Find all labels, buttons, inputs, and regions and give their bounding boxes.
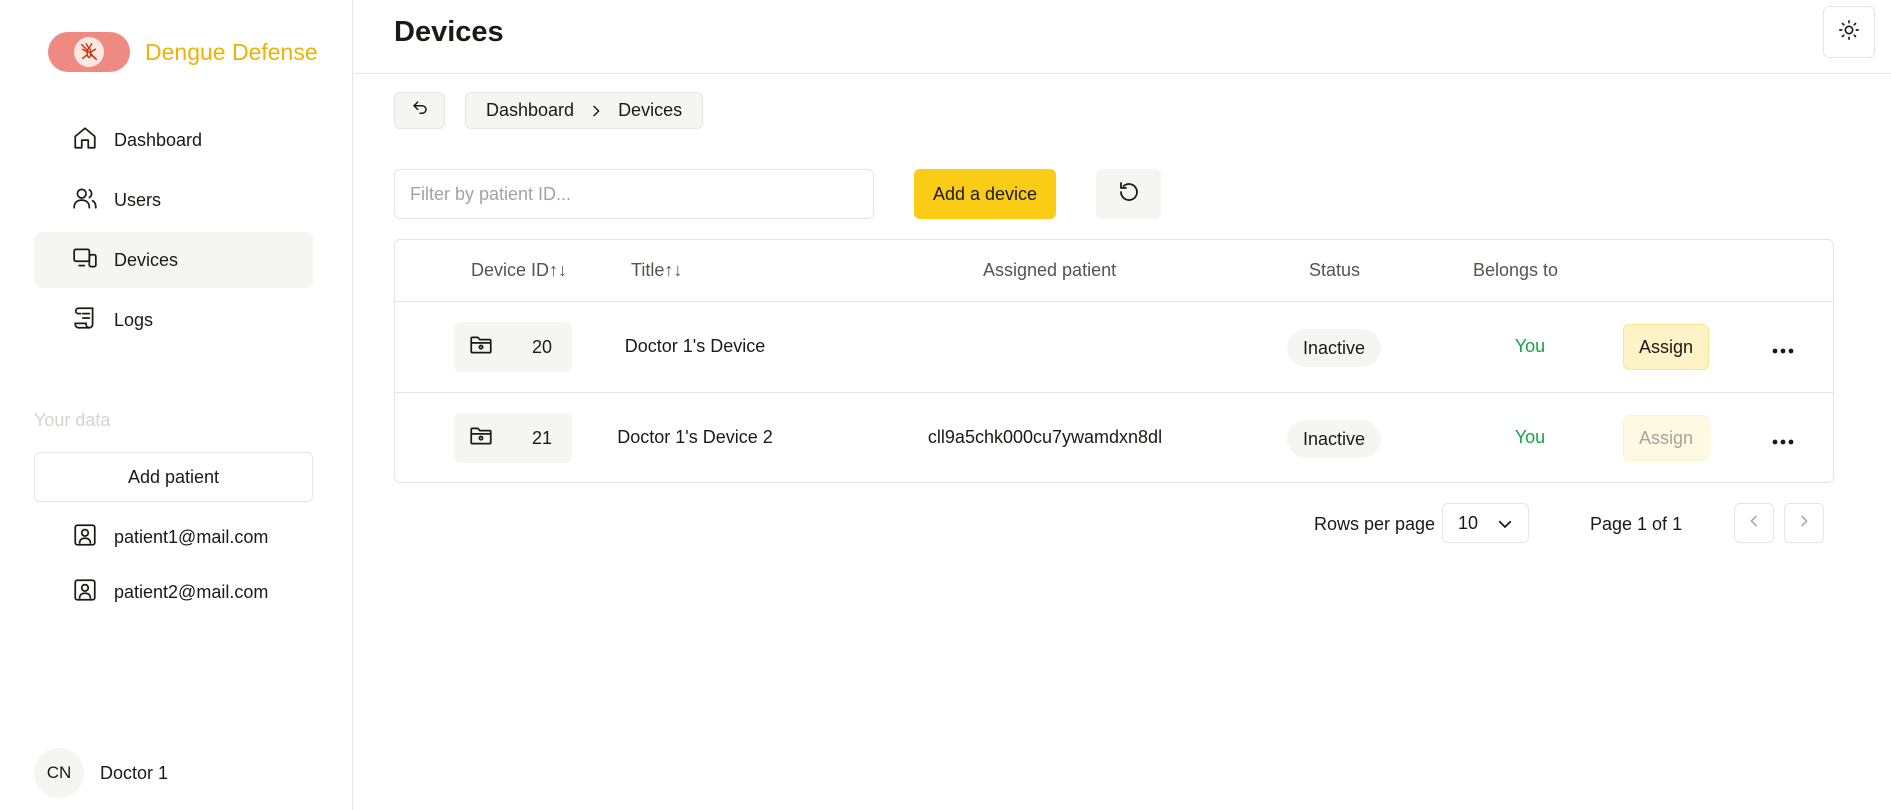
devices-icon — [72, 245, 98, 276]
breadcrumb-item-dashboard[interactable]: Dashboard — [486, 100, 574, 121]
page-header: Devices — [354, 0, 1891, 74]
ellipsis-icon — [1772, 338, 1794, 359]
ellipsis-icon — [1772, 429, 1794, 450]
table-row: 20 Doctor 1's Device Inactive You Assign — [395, 302, 1833, 393]
sidebar-item-label: Dashboard — [114, 129, 203, 150]
chevron-right-icon — [588, 103, 604, 119]
assign-button[interactable]: Assign — [1623, 415, 1709, 461]
assigned-patient: cll9a5chk000cu7ywamdxn8dl — [927, 427, 1163, 447]
device-id-chip: 20 — [454, 322, 572, 372]
breadcrumb: Dashboard Devices — [465, 92, 704, 129]
column-header-device-id[interactable]: Device ID↑↓ — [471, 260, 567, 281]
current-user[interactable]: CN Doctor 1 — [34, 748, 168, 798]
sidebar-item-label: Devices — [114, 249, 179, 270]
column-header-title[interactable]: Title↑↓ — [631, 260, 682, 281]
belongs-to: You — [1514, 427, 1546, 447]
pagination: Rows per page 10 Page 1 of 1 — [0, 503, 1891, 543]
avatar: CN — [34, 748, 84, 798]
more-actions-button[interactable] — [1765, 330, 1801, 366]
add-device-button[interactable]: Add a device — [914, 169, 1056, 219]
undo-arrow-icon — [411, 99, 429, 122]
sort-icon: ↑↓ — [664, 260, 683, 280]
more-actions-button[interactable] — [1765, 421, 1801, 457]
sidebar-item-dashboard[interactable]: Dashboard — [34, 112, 313, 168]
previous-page-button[interactable] — [1734, 503, 1774, 543]
mosquito-icon — [74, 37, 104, 67]
status-badge: Inactive — [1287, 420, 1381, 458]
folder-icon — [468, 332, 494, 363]
assign-button[interactable]: Assign — [1623, 324, 1709, 370]
sort-icon: ↑↓ — [549, 260, 568, 280]
sun-icon — [1838, 19, 1860, 46]
sidebar-item-logs[interactable]: Logs — [34, 292, 313, 348]
patient-item[interactable]: patient2@mail.com — [72, 577, 268, 608]
add-patient-button[interactable]: Add patient — [34, 452, 313, 502]
folder-icon — [468, 423, 494, 454]
column-header-belongs-to: Belongs to — [1473, 260, 1559, 280]
device-title: Doctor 1's Device — [624, 336, 766, 356]
chevron-down-icon — [1496, 515, 1514, 538]
contact-icon — [72, 577, 98, 608]
brand[interactable]: Dengue Defense — [48, 32, 318, 72]
device-id: 21 — [531, 427, 552, 448]
your-data-heading: Your data — [34, 410, 111, 430]
sidebar-item-label: Users — [114, 189, 162, 210]
refresh-button[interactable] — [1096, 169, 1161, 219]
device-title: Doctor 1's Device 2 — [617, 427, 773, 447]
theme-toggle-button[interactable] — [1823, 6, 1875, 58]
rows-per-page-select[interactable]: 10 — [1442, 503, 1529, 543]
sidebar-item-label: Logs — [114, 309, 154, 330]
patient-email: patient2@mail.com — [114, 582, 269, 602]
patient-filter-input[interactable] — [394, 169, 874, 219]
device-id: 20 — [531, 336, 552, 357]
status-badge: Inactive — [1287, 329, 1381, 367]
device-id-chip: 21 — [454, 413, 572, 463]
sidebar: Dengue Defense Dashboard Users Devices L… — [0, 0, 353, 810]
belongs-to: You — [1514, 336, 1546, 356]
devices-table: Device ID↑↓ Title↑↓ Assigned patient Sta… — [394, 239, 1834, 483]
user-name: Doctor 1 — [100, 762, 169, 783]
sidebar-item-users[interactable]: Users — [34, 172, 313, 228]
refresh-icon — [1117, 180, 1141, 209]
column-header-status: Status — [1309, 260, 1361, 280]
table-row: 21 Doctor 1's Device 2 cll9a5chk000cu7yw… — [395, 393, 1833, 484]
home-icon — [72, 125, 98, 156]
users-icon — [72, 185, 98, 216]
sidebar-nav: Dashboard Users Devices Logs — [34, 112, 313, 352]
table-header: Device ID↑↓ Title↑↓ Assigned patient Sta… — [395, 240, 1833, 302]
brand-logo-pill — [48, 32, 130, 72]
page-title: Devices — [394, 16, 504, 48]
column-header-assigned-patient: Assigned patient — [983, 260, 1117, 280]
back-button[interactable] — [394, 92, 445, 129]
page-indicator: Page 1 of 1 — [1590, 514, 1683, 534]
scroll-icon — [72, 305, 98, 336]
chevron-right-icon — [1796, 513, 1812, 534]
chevron-left-icon — [1746, 513, 1762, 534]
rows-per-page-value: 10 — [1458, 512, 1479, 533]
sidebar-item-devices[interactable]: Devices — [34, 232, 313, 288]
next-page-button[interactable] — [1784, 503, 1824, 543]
app-name: Dengue Defense — [145, 38, 318, 65]
breadcrumb-item-devices: Devices — [618, 100, 683, 120]
rows-per-page-label: Rows per page — [1314, 514, 1436, 534]
